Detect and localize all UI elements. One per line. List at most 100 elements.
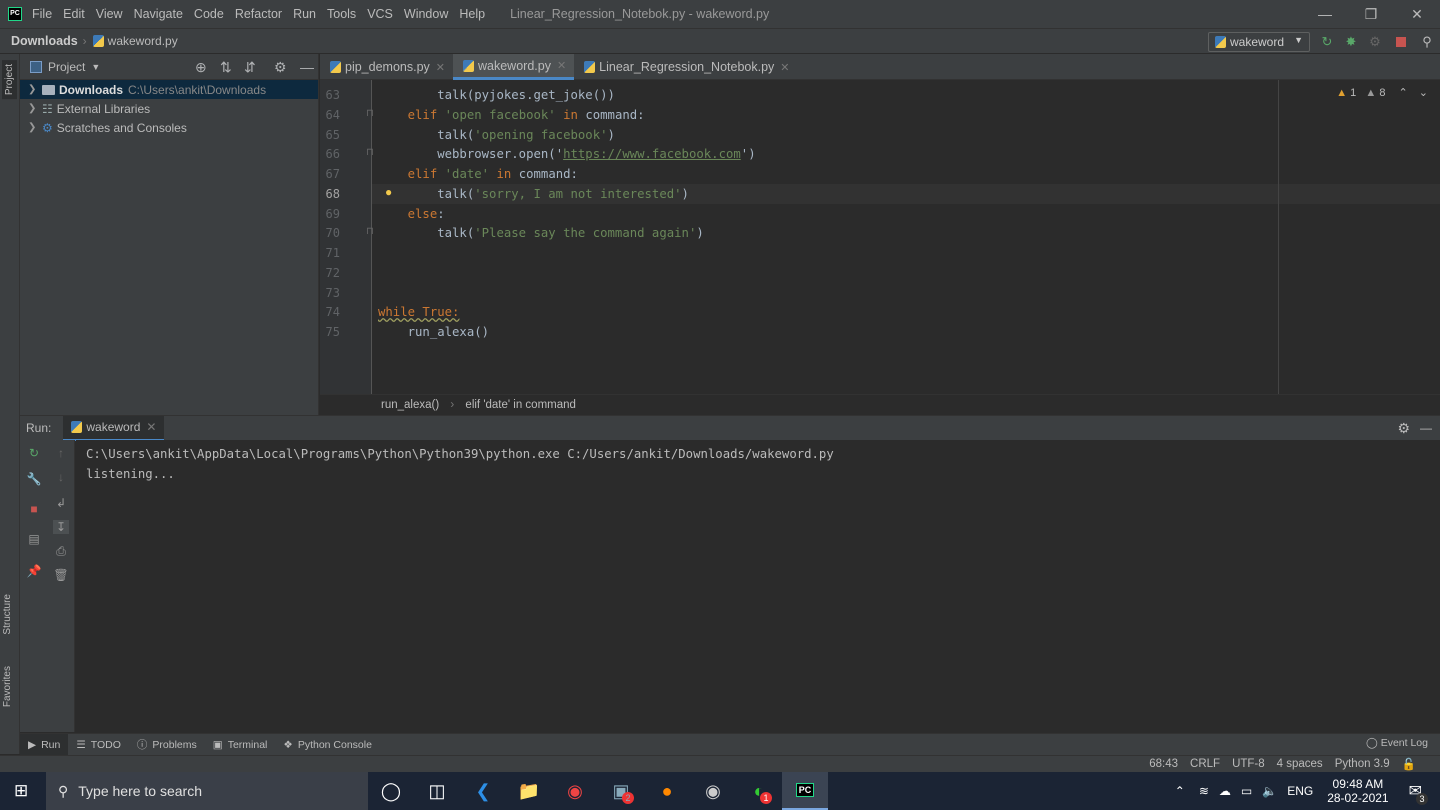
cortana-icon[interactable]: ◯ (368, 772, 414, 810)
event-log-button[interactable]: ◯ Event Log (1366, 737, 1428, 749)
code-editor[interactable]: talk(pyjokes.get_joke()) elif 'open face… (372, 80, 1440, 394)
close-icon[interactable]: ✕ (557, 59, 566, 72)
trash-icon[interactable]: 🗑 (53, 568, 69, 582)
status-bar: 68:43 CRLF UTF-8 4 spaces Python 3.9 🔓 (0, 755, 1440, 772)
file-encoding[interactable]: UTF-8 (1232, 758, 1265, 770)
menu-item-vcs[interactable]: VCS (367, 7, 393, 21)
menu-item-file[interactable]: File (32, 7, 52, 21)
structure-side-tab[interactable]: Structure (2, 594, 13, 635)
lock-icon[interactable]: 🔓 (1402, 757, 1416, 771)
menu-item-tools[interactable]: Tools (327, 7, 356, 21)
layout-icon[interactable]: ▤ (26, 532, 42, 546)
locate-icon[interactable]: ⊕ (195, 59, 207, 76)
close-button[interactable]: ✕ (1394, 0, 1440, 28)
caret-position[interactable]: 68:43 (1149, 758, 1178, 770)
tool-tab-todo[interactable]: ☰ TODO (68, 734, 129, 756)
chevron-down-icon[interactable]: ⌄ (1419, 87, 1428, 99)
coverage-icon[interactable]: ⚙ (1368, 35, 1382, 49)
tool-tab-run[interactable]: ▶ Run (20, 733, 69, 756)
run-console[interactable]: C:\Users\ankit\AppData\Local\Programs\Py… (76, 440, 1440, 732)
chrome-icon[interactable]: ◉ (552, 772, 598, 810)
breadcrumb-downloads[interactable]: Downloads (11, 34, 78, 48)
github-icon[interactable]: ◉ (690, 772, 736, 810)
chevron-down-icon: ▼ (91, 61, 101, 72)
arrow-down-icon[interactable]: ↓ (53, 470, 69, 484)
close-icon[interactable]: ✕ (146, 420, 156, 434)
taskbar-search[interactable]: ⚲ Type here to search (46, 772, 368, 810)
rerun-icon[interactable]: ↻ (1320, 35, 1334, 49)
menu-item-navigate[interactable]: Navigate (134, 7, 183, 21)
notifications-icon[interactable]: ✉ 3 (1409, 781, 1428, 805)
file-explorer-icon[interactable]: 📁 (506, 772, 552, 810)
menu-item-code[interactable]: Code (194, 7, 224, 21)
menu-item-edit[interactable]: Edit (63, 7, 85, 21)
tool-tab-terminal[interactable]: ▣ Terminal (205, 734, 276, 756)
battery-icon[interactable]: ▭ (1241, 784, 1252, 798)
restore-button[interactable]: ❐ (1348, 0, 1394, 28)
tree-item-external-libraries[interactable]: ❯ ☷ External Libraries (20, 99, 318, 118)
hide-icon[interactable]: — (1420, 421, 1432, 435)
collapse-all-icon[interactable]: ⇵ (244, 59, 256, 76)
tool-tab-python-console[interactable]: ❖ Python Console (275, 734, 380, 756)
gear-icon[interactable]: ⚙ (274, 59, 287, 76)
crumb-block[interactable]: elif 'date' in command (465, 399, 576, 411)
onedrive-icon[interactable]: ☁ (1219, 784, 1231, 798)
stop-icon[interactable]: ■ (26, 502, 42, 516)
menu-item-run[interactable]: Run (293, 7, 316, 21)
line-separator[interactable]: CRLF (1190, 758, 1220, 770)
scroll-to-end-icon[interactable]: ↧ (53, 520, 69, 534)
arrow-up-icon[interactable]: ↑ (53, 446, 69, 460)
chevron-up-icon[interactable]: ⌃ (1175, 784, 1185, 798)
lightbulb-icon[interactable]: ● (385, 185, 392, 199)
firefox-icon[interactable]: ● (644, 772, 690, 810)
tree-item-downloads[interactable]: ❯ Downloads C:\Users\ankit\Downloads (20, 80, 318, 99)
run-tab-wakeword[interactable]: wakeword ✕ (63, 415, 165, 441)
breadcrumb-file[interactable]: wakeword.py (108, 34, 178, 48)
hide-icon[interactable]: — (300, 59, 314, 75)
stop-icon[interactable] (1396, 37, 1406, 47)
tree-item-scratches[interactable]: ❯ ⚙ Scratches and Consoles (20, 118, 318, 137)
search-icon[interactable]: ⚲ (1420, 35, 1434, 49)
soft-wrap-icon[interactable]: ↲ (53, 496, 69, 510)
chevron-up-icon[interactable]: ⌃ (1399, 87, 1408, 99)
rerun-icon[interactable]: ↻ (26, 446, 42, 460)
app-icon[interactable]: ▣ 2 (598, 772, 644, 810)
pycharm-taskbar-icon[interactable]: PC (782, 772, 828, 810)
inspection-widget[interactable]: ▲ 1 ▲ 8 ⌃ ⌄ (1336, 86, 1428, 99)
expand-all-icon[interactable]: ⇅ (220, 59, 232, 76)
code-token: in (563, 107, 578, 122)
favorites-side-tab[interactable]: Favorites (2, 666, 13, 707)
whatsapp-icon[interactable]: ◐ 1 (736, 772, 782, 810)
run-label: Run: (26, 421, 52, 435)
indent-setting[interactable]: 4 spaces (1277, 758, 1323, 770)
minimize-button[interactable]: — (1302, 0, 1348, 28)
run-config-dropdown[interactable]: wakeword ▼ (1208, 32, 1310, 52)
menu-item-view[interactable]: View (96, 7, 123, 21)
editor-tab[interactable]: Linear_Regression_Notebok.py ✕ (574, 54, 797, 80)
project-view-dropdown[interactable]: Project (48, 60, 85, 74)
project-side-tab[interactable]: Project (2, 60, 17, 100)
close-icon[interactable]: ✕ (780, 61, 789, 74)
windows-start-icon[interactable]: ⊞ (14, 781, 28, 801)
tool-tab-problems[interactable]: ⓘ Problems (129, 734, 205, 756)
task-view-icon[interactable]: ◫ (414, 772, 460, 810)
menu-item-help[interactable]: Help (459, 7, 485, 21)
gear-icon[interactable]: ⚙ (1397, 420, 1410, 437)
pin-icon[interactable]: 📌 (26, 564, 42, 578)
clock[interactable]: 09:48 AM 28-02-2021 (1327, 777, 1388, 805)
print-icon[interactable]: ⎙ (53, 544, 69, 559)
menu-item-window[interactable]: Window (404, 7, 448, 21)
close-icon[interactable]: ✕ (436, 61, 445, 74)
python-interpreter[interactable]: Python 3.9 (1335, 758, 1390, 770)
editor-tab[interactable]: pip_demons.py ✕ (320, 54, 453, 80)
menu-item-refactor[interactable]: Refactor (235, 7, 282, 21)
editor-tab[interactable]: wakeword.py ✕ (453, 54, 575, 80)
vscode-icon[interactable]: ❮ (460, 772, 506, 810)
debug-icon[interactable]: ✸ (1344, 35, 1358, 49)
crumb-function[interactable]: run_alexa() (381, 399, 439, 411)
tool-tab-label: Python Console (297, 738, 372, 751)
wifi-icon[interactable]: ≋ (1199, 784, 1209, 798)
volume-icon[interactable]: 🔈 (1262, 784, 1277, 798)
wrench-icon[interactable]: 🔧 (26, 472, 42, 486)
language-indicator[interactable]: ENG (1287, 784, 1313, 798)
